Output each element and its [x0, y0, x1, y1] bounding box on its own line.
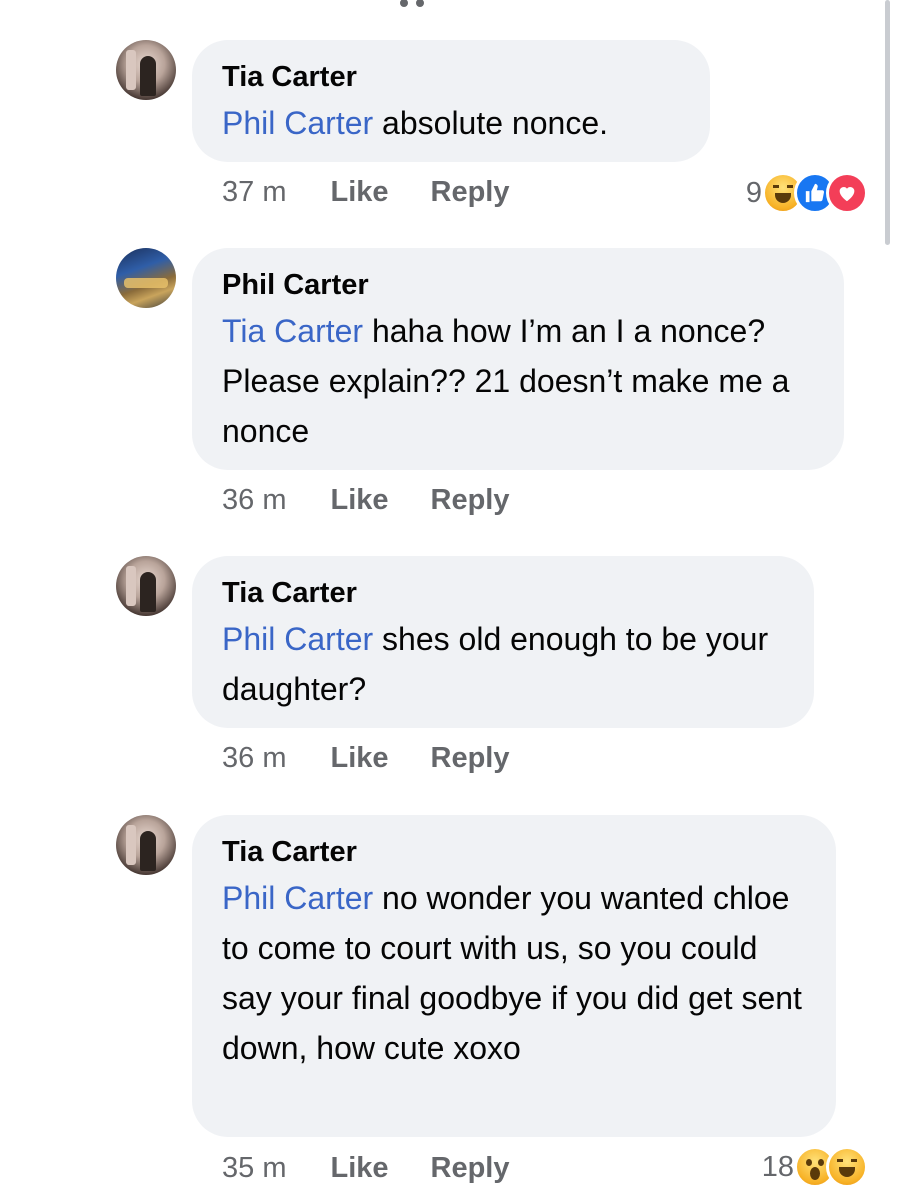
haha-icon [762, 172, 804, 214]
comment-actions: 35 m Like Reply [222, 1152, 510, 1185]
avatar[interactable] [116, 556, 176, 616]
reaction-count: 9 [745, 176, 762, 209]
mention-link[interactable]: Phil Carter [222, 880, 373, 916]
comment-body: absolute nonce. [373, 105, 608, 141]
reactions-summary[interactable]: 9 [746, 172, 868, 214]
mention-link[interactable]: Phil Carter [222, 105, 373, 141]
reply-button[interactable]: Reply [431, 742, 510, 775]
reaction-count: 18 [761, 1150, 794, 1183]
haha-icon [826, 1146, 868, 1188]
comment-actions: 36 m Like Reply [222, 484, 510, 517]
like-button[interactable]: Like [330, 742, 388, 775]
like-button[interactable]: Like [330, 1152, 388, 1185]
comment-text: Phil Carter shes old enough to be your d… [222, 614, 784, 714]
comment-text: Phil Carter absolute nonce. [222, 98, 680, 148]
reply-button[interactable]: Reply [431, 176, 510, 209]
comment-actions: 36 m Like Reply [222, 742, 510, 775]
reactions-summary[interactable]: 18 [762, 1146, 868, 1188]
scrollbar[interactable] [885, 0, 890, 245]
comment-author[interactable]: Tia Carter [222, 60, 680, 94]
comment-text: Tia Carter haha how I’m an I a nonce? Pl… [222, 306, 814, 456]
comment-actions: 37 m Like Reply [222, 176, 510, 209]
timestamp[interactable]: 36 m [222, 484, 286, 517]
timestamp[interactable]: 37 m [222, 176, 286, 209]
comment-bubble: Phil Carter Tia Carter haha how I’m an I… [192, 248, 844, 470]
like-button[interactable]: Like [330, 176, 388, 209]
comment-bubble: Tia Carter Phil Carter no wonder you wan… [192, 815, 836, 1137]
reply-button[interactable]: Reply [431, 484, 510, 517]
comment-author[interactable]: Phil Carter [222, 268, 814, 302]
comment-bubble: Tia Carter Phil Carter absolute nonce. [192, 40, 710, 162]
comment-bubble: Tia Carter Phil Carter shes old enough t… [192, 556, 814, 728]
avatar[interactable] [116, 40, 176, 100]
comment-author[interactable]: Tia Carter [222, 835, 806, 869]
avatar[interactable] [116, 815, 176, 875]
timestamp[interactable]: 35 m [222, 1152, 286, 1185]
timestamp[interactable]: 36 m [222, 742, 286, 775]
love-icon [826, 172, 868, 214]
comment-author[interactable]: Tia Carter [222, 576, 784, 610]
previous-comment-fragment [400, 0, 440, 7]
avatar[interactable] [116, 248, 176, 308]
mention-link[interactable]: Phil Carter [222, 621, 373, 657]
comment-text: Phil Carter no wonder you wanted chloe t… [222, 873, 806, 1073]
mention-link[interactable]: Tia Carter [222, 313, 363, 349]
reply-button[interactable]: Reply [431, 1152, 510, 1185]
like-button[interactable]: Like [330, 484, 388, 517]
